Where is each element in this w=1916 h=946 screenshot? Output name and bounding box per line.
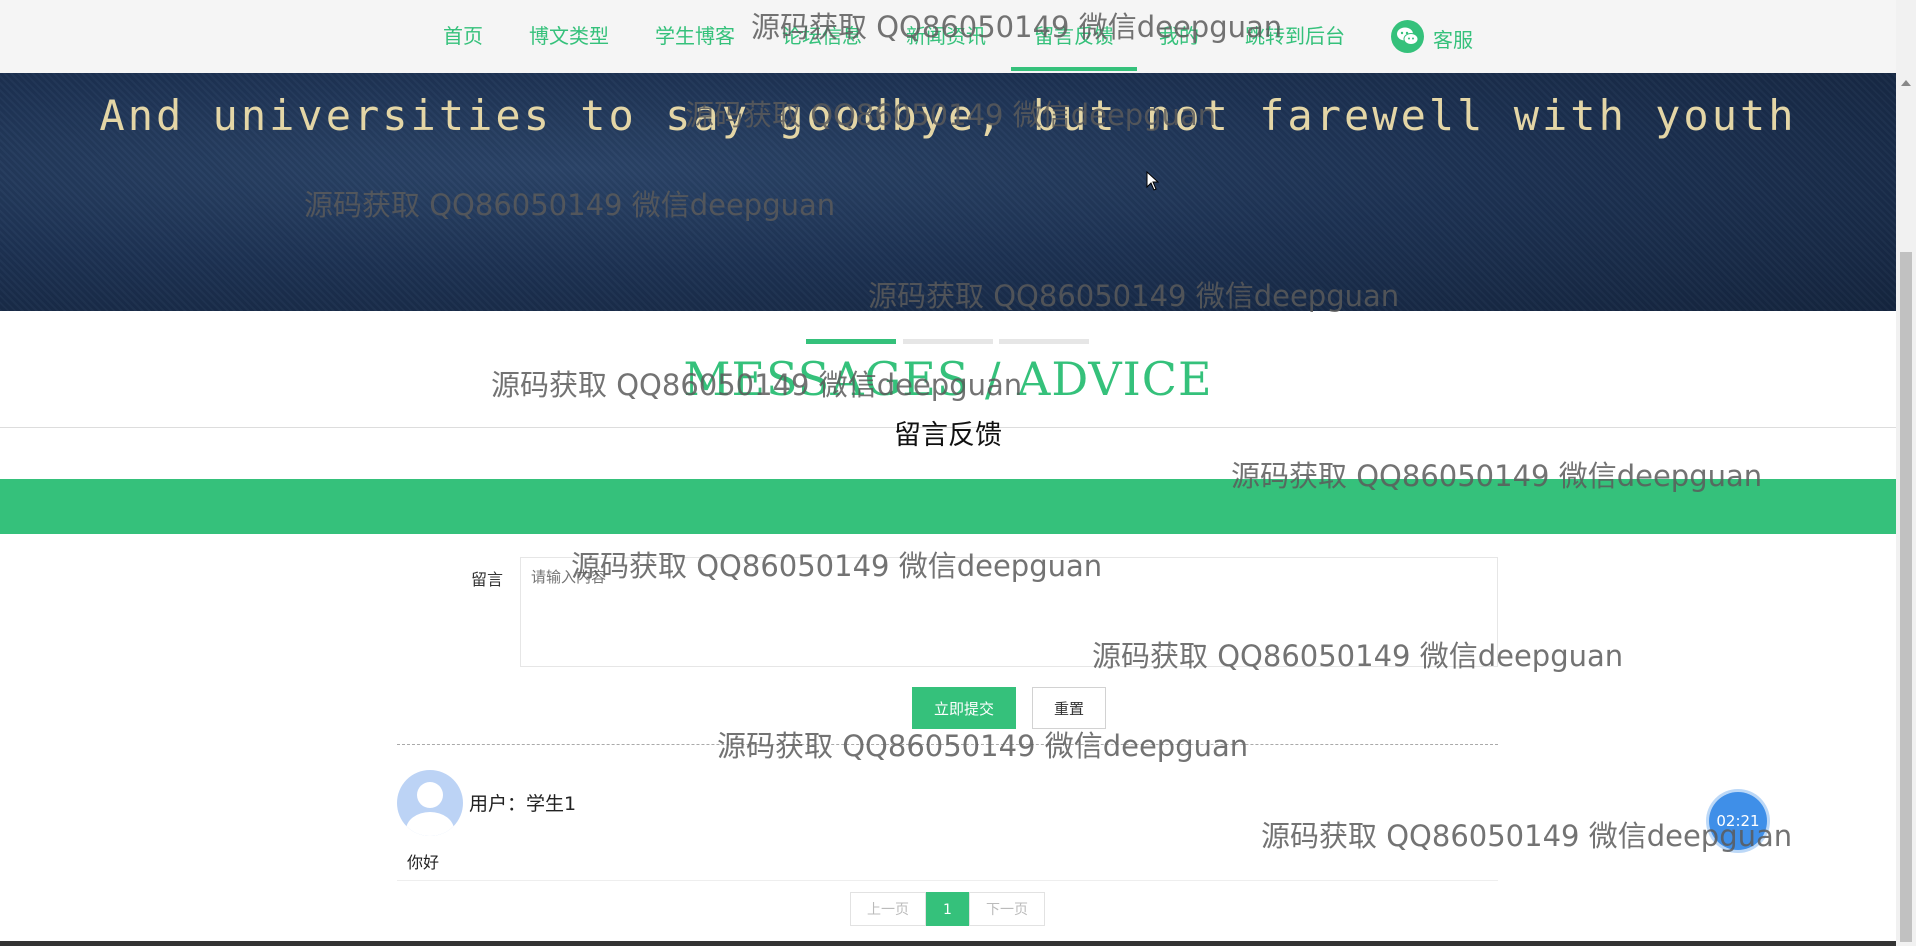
nav-item-feedback[interactable]: 留言反馈	[1034, 0, 1114, 73]
comment-divider	[397, 880, 1498, 881]
scroll-up-arrow-icon[interactable]	[1901, 80, 1911, 86]
comment-content: 你好	[407, 853, 440, 872]
top-nav: 首页 博文类型 学生博客 论坛信息 新闻资讯 留言反馈 我的 跳转到后台 客服	[0, 0, 1896, 74]
section-title: MESSAGES / ADVICE	[683, 352, 1213, 406]
pagination-prev[interactable]: 上一页	[850, 892, 926, 926]
avatar	[397, 770, 463, 836]
form-divider	[397, 744, 1498, 745]
submit-button[interactable]: 立即提交	[912, 687, 1016, 729]
mouse-cursor-icon	[1146, 171, 1160, 191]
nav-item-news[interactable]: 新闻资讯	[906, 0, 986, 73]
nav-item-forum[interactable]: 论坛信息	[782, 0, 862, 73]
timer-badge: 02:21	[1709, 792, 1767, 850]
section-tab-active	[806, 339, 896, 344]
scroll-thumb[interactable]	[1900, 252, 1912, 942]
nav-item-blog-types[interactable]: 博文类型	[529, 0, 609, 73]
pagination-next[interactable]: 下一页	[969, 892, 1045, 926]
hero-banner: And universities to say goodbye, but not…	[0, 73, 1896, 311]
comment-user: 用户：学生1	[469, 793, 577, 815]
bottom-strip	[0, 941, 1896, 946]
message-label: 留言	[471, 570, 504, 589]
section-subtitle: 留言反馈	[894, 420, 1002, 451]
nav-item-home[interactable]: 首页	[443, 0, 483, 73]
section-tab	[903, 339, 993, 344]
wechat-icon[interactable]	[1391, 20, 1424, 53]
nav-item-service[interactable]: 客服	[1433, 4, 1473, 77]
scrollbar[interactable]	[1896, 0, 1916, 946]
banner-slogan: And universities to say goodbye, but not…	[99, 91, 1797, 140]
section-tab	[999, 339, 1089, 344]
message-input[interactable]	[520, 557, 1498, 667]
green-band	[0, 479, 1896, 534]
nav-item-student-blogs[interactable]: 学生博客	[655, 0, 735, 73]
pagination-current[interactable]: 1	[926, 892, 969, 926]
nav-active-indicator	[1011, 67, 1137, 71]
user-avatar-icon	[406, 782, 454, 836]
nav-item-admin[interactable]: 跳转到后台	[1245, 0, 1345, 73]
reset-button[interactable]: 重置	[1032, 687, 1106, 729]
nav-item-mine[interactable]: 我的	[1159, 0, 1199, 73]
